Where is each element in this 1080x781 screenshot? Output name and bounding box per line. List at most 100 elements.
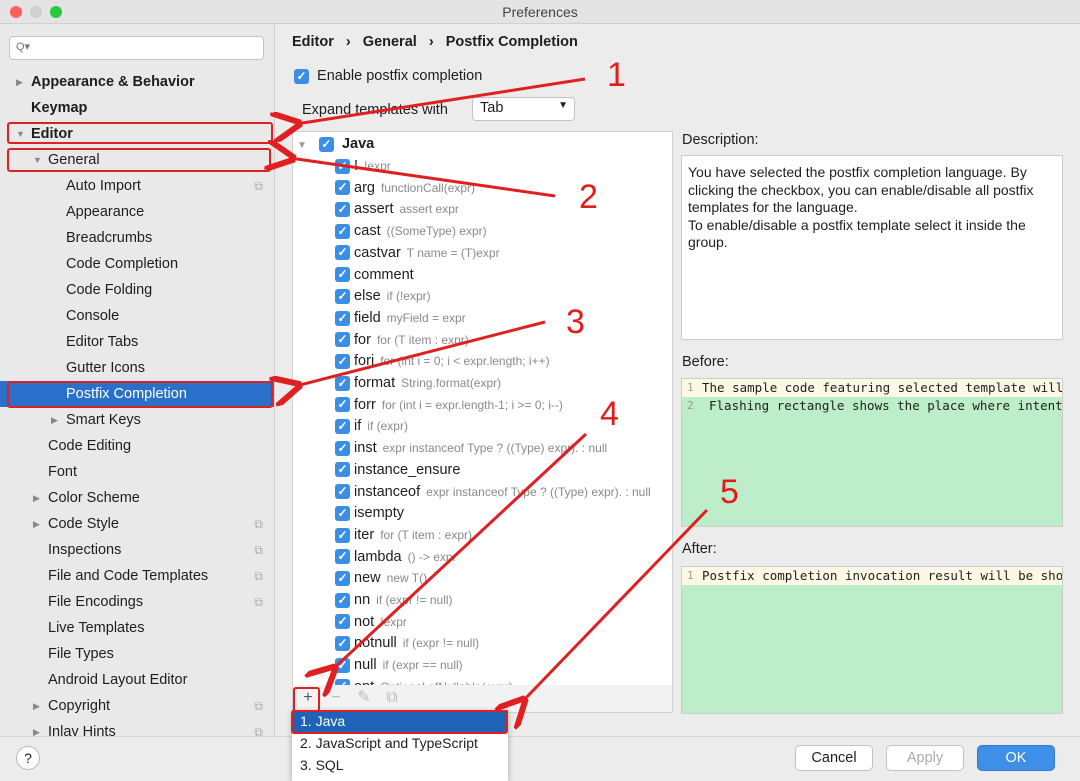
checkbox-checked-icon[interactable]: ✓ xyxy=(335,462,350,478)
template-row[interactable]: ✓ forr for (int i = expr.length-1; i >= 0… xyxy=(335,394,563,416)
remove-icon[interactable]: − xyxy=(325,687,347,709)
template-row[interactable]: ✓ cast ((SomeType) expr) xyxy=(335,220,487,242)
template-row[interactable]: ✓ lambda () -> expr xyxy=(335,546,457,568)
checkbox-checked-icon[interactable]: ✓ xyxy=(335,332,350,348)
checkbox-checked-icon[interactable]: ✓ xyxy=(335,549,350,565)
sidebar-item[interactable]: ▶ Code Style ⧉ xyxy=(0,511,274,537)
expand-arrow-icon[interactable]: ▶ xyxy=(16,69,23,95)
template-row[interactable]: ✓ assert assert expr xyxy=(335,198,459,220)
checkbox-checked-icon[interactable]: ✓ xyxy=(335,419,350,435)
checkbox-checked-icon[interactable]: ✓ xyxy=(335,267,350,283)
checkbox-checked-icon[interactable]: ✓ xyxy=(335,310,350,326)
breadcrumb-editor[interactable]: Editor xyxy=(292,34,334,50)
expand-templates-select[interactable]: Tab ▼ xyxy=(472,97,575,121)
checkbox-checked-icon[interactable]: ✓ xyxy=(335,527,350,543)
template-key: instance_ensure xyxy=(354,461,461,478)
template-row[interactable]: ✓ else if (!expr) xyxy=(335,285,431,307)
expand-arrow-icon[interactable]: ▶ xyxy=(33,719,40,736)
expand-arrow-icon[interactable]: ▶ xyxy=(51,407,58,433)
sidebar-item[interactable]: Code Folding xyxy=(0,277,274,303)
checkbox-checked-icon[interactable]: ✓ xyxy=(335,570,350,586)
template-row[interactable]: ✓ format String.format(expr) xyxy=(335,372,501,394)
template-key: fori xyxy=(354,353,375,370)
sidebar-item[interactable]: Live Templates xyxy=(0,615,274,641)
menu-item-sql[interactable]: 3. SQL xyxy=(292,754,508,776)
sidebar-item[interactable]: Keymap xyxy=(0,95,274,121)
checkbox-checked-icon[interactable]: ✓ xyxy=(335,375,350,391)
checkbox-checked-icon[interactable]: ✓ xyxy=(335,158,350,174)
sidebar-item[interactable]: ▶ Inlay Hints ⧉ xyxy=(0,719,274,736)
sidebar-item[interactable]: File Types xyxy=(0,641,274,667)
sidebar-item[interactable]: ▶ Color Scheme xyxy=(0,485,274,511)
checkbox-checked-icon[interactable]: ✓ xyxy=(335,202,350,218)
search-input[interactable]: Q▾ xyxy=(9,36,264,60)
sidebar-item[interactable]: Android Layout Editor xyxy=(0,667,274,693)
close-window-button[interactable] xyxy=(10,6,22,18)
sidebar-item[interactable]: Breadcrumbs xyxy=(0,225,274,251)
template-row[interactable]: ✓ instanceof expr instanceof Type ? ((Typ… xyxy=(335,481,651,503)
template-row[interactable]: ✓ field myField = expr xyxy=(335,307,466,329)
edit-icon[interactable]: ✎ xyxy=(353,687,375,709)
template-key: for xyxy=(354,331,371,348)
sidebar-item[interactable]: File Encodings ⧉ xyxy=(0,589,274,615)
template-row[interactable]: ✓ new new T() xyxy=(335,567,427,589)
sidebar-item[interactable]: Appearance xyxy=(0,199,274,225)
expand-arrow-icon[interactable]: ▶ xyxy=(33,485,40,511)
sidebar-item[interactable]: ▶ Copyright ⧉ xyxy=(0,693,274,719)
template-row[interactable]: ✓ nn if (expr != null) xyxy=(335,589,453,611)
sidebar-item[interactable]: Auto Import ⧉ xyxy=(0,173,274,199)
enable-postfix-checkbox[interactable]: ✓ Enable postfix completion xyxy=(294,68,482,84)
template-row[interactable]: ✓ castvar T name = (T)expr xyxy=(335,242,500,264)
menu-item-javascript[interactable]: 2. JavaScript and TypeScript xyxy=(292,732,508,754)
template-row[interactable]: ✓ arg functionCall(expr) xyxy=(335,177,475,199)
checkbox-checked-icon[interactable]: ✓ xyxy=(335,657,350,673)
tree-group-java[interactable]: ▼ ✓ Java xyxy=(297,133,374,155)
sidebar-item[interactable]: ▶ Appearance & Behavior xyxy=(0,69,274,95)
sidebar-item[interactable]: Inspections ⧉ xyxy=(0,537,274,563)
checkbox-checked-icon[interactable]: ✓ xyxy=(335,245,350,261)
checkbox-checked-icon[interactable]: ✓ xyxy=(318,136,334,152)
checkbox-checked-icon[interactable]: ✓ xyxy=(335,397,350,413)
sidebar-item[interactable]: Console xyxy=(0,303,274,329)
help-button[interactable]: ? xyxy=(16,746,40,770)
template-row[interactable]: ✓ for for (T item : expr) xyxy=(335,329,469,351)
expand-arrow-icon[interactable]: ▶ xyxy=(33,511,40,537)
checkbox-checked-icon[interactable]: ✓ xyxy=(335,484,350,500)
template-row[interactable]: ✓ iter for (T item : expr) xyxy=(335,524,472,546)
template-row[interactable]: ✓ inst expr instanceof Type ? ((Type) exp… xyxy=(335,437,607,459)
apply-button[interactable]: Apply xyxy=(886,745,964,771)
sidebar-item[interactable]: Font xyxy=(0,459,274,485)
template-key: new xyxy=(354,570,381,587)
cancel-button[interactable]: Cancel xyxy=(795,745,873,771)
template-row[interactable]: ✓ comment xyxy=(335,264,420,286)
checkbox-checked-icon[interactable]: ✓ xyxy=(335,180,350,196)
checkbox-checked-icon[interactable]: ✓ xyxy=(335,592,350,608)
checkbox-checked-icon[interactable]: ✓ xyxy=(335,614,350,630)
template-row[interactable]: ✓ notnull if (expr != null) xyxy=(335,632,479,654)
minimize-window-button[interactable] xyxy=(30,6,42,18)
sidebar-item[interactable]: Code Editing xyxy=(0,433,274,459)
copy-icon[interactable]: ⧉ xyxy=(381,687,403,709)
template-row[interactable]: ✓ isempty xyxy=(335,502,410,524)
breadcrumb-general[interactable]: General xyxy=(363,34,417,50)
template-row[interactable]: ✓ ! !expr xyxy=(335,155,391,177)
template-row[interactable]: ✓ fori for (int i = 0; i < expr.length; i… xyxy=(335,350,550,372)
template-row[interactable]: ✓ instance_ensure xyxy=(335,459,466,481)
sidebar-item[interactable]: ▶ Smart Keys xyxy=(0,407,274,433)
checkbox-checked-icon[interactable]: ✓ xyxy=(335,505,350,521)
template-row[interactable]: ✓ not !expr xyxy=(335,611,407,633)
ok-button[interactable]: OK xyxy=(977,745,1055,771)
sidebar-item[interactable]: File and Code Templates ⧉ xyxy=(0,563,274,589)
template-row[interactable]: ✓ if if (expr) xyxy=(335,415,408,437)
checkbox-checked-icon[interactable]: ✓ xyxy=(335,288,350,304)
sidebar-item[interactable]: Gutter Icons xyxy=(0,355,274,381)
expand-arrow-icon[interactable]: ▶ xyxy=(33,693,40,719)
checkbox-checked-icon[interactable]: ✓ xyxy=(335,636,350,652)
checkbox-checked-icon[interactable]: ✓ xyxy=(335,223,350,239)
template-row[interactable]: ✓ null if (expr == null) xyxy=(335,654,463,676)
sidebar-item[interactable]: Editor Tabs xyxy=(0,329,274,355)
checkbox-checked-icon[interactable]: ✓ xyxy=(335,353,350,369)
zoom-window-button[interactable] xyxy=(50,6,62,18)
sidebar-item[interactable]: Code Completion xyxy=(0,251,274,277)
checkbox-checked-icon[interactable]: ✓ xyxy=(335,440,350,456)
